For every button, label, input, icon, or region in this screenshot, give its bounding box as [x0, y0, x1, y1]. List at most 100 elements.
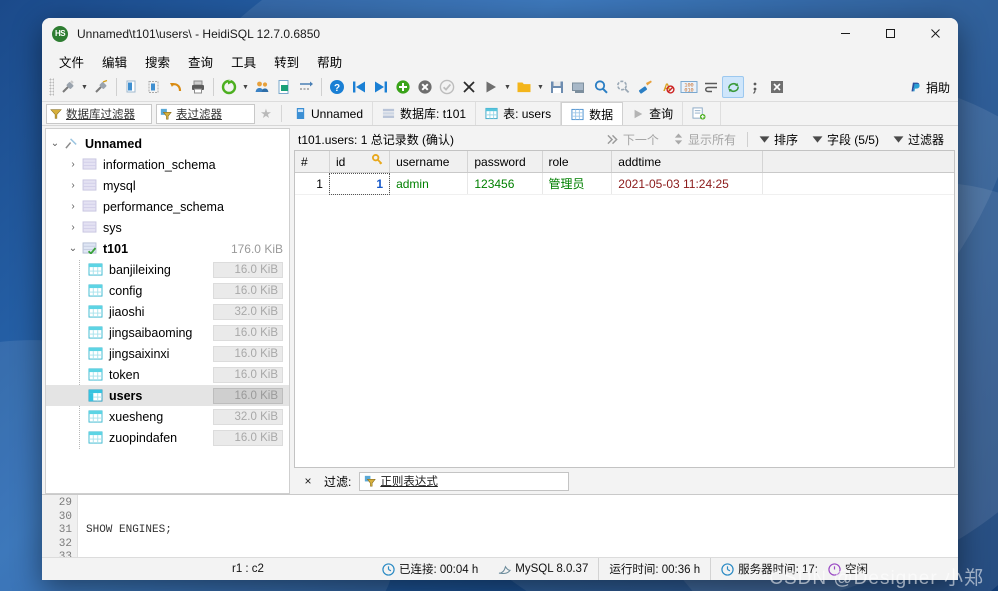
column-header-rownum[interactable]: #	[295, 151, 330, 173]
tab-new-query[interactable]	[683, 102, 722, 125]
maximize-button[interactable]	[868, 18, 913, 49]
sort-button[interactable]: 排序	[752, 129, 805, 150]
sql-log-panel[interactable]: 29 30 31 32 33 SHOW ENGINES; SHOW COLLAT…	[42, 494, 958, 557]
toolbar-grip[interactable]	[49, 78, 54, 96]
print-icon[interactable]	[187, 76, 209, 98]
tree-node-performance_schema[interactable]: › performance_schema	[46, 196, 289, 217]
tree-node-users[interactable]: users 16.0 KiB	[46, 385, 289, 406]
filter-regex-input[interactable]: 正则表达式	[359, 471, 570, 491]
new-session-icon[interactable]	[57, 76, 79, 98]
close-filter-icon[interactable]: ×	[300, 474, 316, 488]
close-button[interactable]	[913, 18, 958, 49]
column-header-id[interactable]: id	[329, 151, 391, 173]
minimize-button[interactable]	[823, 18, 868, 49]
apply-icon[interactable]	[436, 76, 458, 98]
donate-button[interactable]: 捐助	[904, 77, 958, 98]
table-filter-input[interactable]: 表过滤器	[156, 104, 255, 124]
new-session-dropdown-icon[interactable]: ▼	[79, 76, 90, 98]
wordwrap-icon[interactable]	[700, 76, 722, 98]
undo-icon[interactable]	[165, 76, 187, 98]
tab-database-t101[interactable]: 数据库: t101	[373, 102, 477, 125]
tree-node-t101[interactable]: ⌄ t101 176.0 KiB	[46, 238, 289, 259]
columns-button[interactable]: 字段 (5/5)	[805, 129, 886, 150]
expand-chevron-icon[interactable]: ›	[64, 222, 82, 233]
collapse-chevron-icon[interactable]: ⌄	[64, 243, 82, 254]
tree-node-size: 176.0 KiB	[230, 241, 283, 256]
copy-icon[interactable]	[121, 76, 143, 98]
expand-chevron-icon[interactable]: ›	[64, 201, 82, 212]
run-dropdown-icon[interactable]: ▼	[502, 76, 513, 98]
menu-tools[interactable]: 工具	[222, 49, 265, 74]
semicolon-icon[interactable]	[744, 76, 766, 98]
paste-icon[interactable]	[143, 76, 165, 98]
tree-node-jiaoshi[interactable]: jiaoshi 32.0 KiB	[46, 301, 289, 322]
prev-icon[interactable]	[348, 76, 370, 98]
tree-node-jingsaibaoming[interactable]: jingsaibaoming 16.0 KiB	[46, 322, 289, 343]
warnings-icon[interactable]: A	[656, 76, 678, 98]
open-folder-icon[interactable]	[513, 76, 535, 98]
tree-node-information_schema[interactable]: › information_schema	[46, 154, 289, 175]
menu-edit[interactable]: 编辑	[93, 49, 136, 74]
tab-data[interactable]: 数据	[561, 102, 624, 125]
menu-search[interactable]: 搜索	[136, 49, 179, 74]
collapse-chevron-icon[interactable]: ⌄	[46, 138, 64, 149]
menu-file[interactable]: 文件	[50, 49, 93, 74]
refresh-dropdown-icon[interactable]: ▼	[240, 76, 251, 98]
next-icon[interactable]	[370, 76, 392, 98]
tree-node-mysql[interactable]: › mysql	[46, 175, 289, 196]
tree-node-unnamed[interactable]: ⌄ Unnamed	[46, 133, 289, 154]
find-replace-icon[interactable]	[612, 76, 634, 98]
cancel-icon[interactable]	[458, 76, 480, 98]
menu-help[interactable]: 帮助	[308, 49, 351, 74]
find-icon[interactable]	[590, 76, 612, 98]
cell-role[interactable]: 管理员	[542, 172, 613, 195]
column-header-addtime[interactable]: addtime	[611, 151, 763, 173]
column-header-username[interactable]: username	[389, 151, 469, 173]
cell-password[interactable]: 123456	[467, 172, 543, 195]
open-dropdown-icon[interactable]: ▼	[535, 76, 546, 98]
tree-node-config[interactable]: config 16.0 KiB	[46, 280, 289, 301]
users-manager-icon[interactable]	[251, 76, 273, 98]
run-icon[interactable]	[480, 76, 502, 98]
binary-icon[interactable]: 100 010	[678, 76, 700, 98]
database-tree-panel[interactable]: ⌄ Unnamed › information_schema › mysql ›…	[45, 128, 290, 494]
tab-table-users[interactable]: 表: users	[476, 102, 562, 125]
grid-filter-button[interactable]: 过滤器	[886, 129, 951, 150]
sync-icon[interactable]	[722, 76, 744, 98]
close-tab-icon[interactable]	[766, 76, 788, 98]
show-all-button[interactable]: 显示所有	[666, 129, 743, 150]
menu-query[interactable]: 查询	[179, 49, 222, 74]
tab-query[interactable]: 查询	[623, 102, 684, 125]
cell-addtime[interactable]: 2021-05-03 11:24:25	[611, 172, 763, 195]
tree-node-sys[interactable]: › sys	[46, 217, 289, 238]
column-header-role[interactable]: role	[542, 151, 613, 173]
save-as-icon[interactable]	[568, 76, 590, 98]
disconnect-icon[interactable]	[90, 76, 112, 98]
delete-row-icon[interactable]	[414, 76, 436, 98]
help-icon[interactable]: ?	[326, 76, 348, 98]
next-page-button[interactable]: 下一个	[599, 129, 666, 150]
tree-node-token[interactable]: token 16.0 KiB	[46, 364, 289, 385]
tab-session-unnamed[interactable]: Unnamed	[286, 102, 374, 125]
cell-username[interactable]: admin	[389, 172, 469, 195]
save-icon[interactable]	[546, 76, 568, 98]
insert-row-icon[interactable]	[392, 76, 414, 98]
tree-node-zuopindafen[interactable]: zuopindafen 16.0 KiB	[46, 427, 289, 448]
cell-id[interactable]: 1	[329, 172, 391, 195]
table-row[interactable]: 1 1 admin 123456 管理员 2021-05-03 11:24:25	[295, 172, 954, 195]
expand-chevron-icon[interactable]: ›	[64, 159, 82, 170]
column-header-password[interactable]: password	[467, 151, 543, 173]
data-grid[interactable]: # id username password role addtime 1 1 …	[294, 150, 955, 468]
export-grid-icon[interactable]	[273, 76, 295, 98]
menu-goto[interactable]: 转到	[265, 49, 308, 74]
expand-chevron-icon[interactable]: ›	[64, 180, 82, 191]
tree-node-banjileixing[interactable]: banjileixing 16.0 KiB	[46, 259, 289, 280]
import-icon[interactable]	[295, 76, 317, 98]
refresh-icon[interactable]	[218, 76, 240, 98]
tree-node-size: 16.0 KiB	[213, 366, 283, 383]
tree-node-xuesheng[interactable]: xuesheng 32.0 KiB	[46, 406, 289, 427]
tree-node-jingsaixinxi[interactable]: jingsaixinxi 16.0 KiB	[46, 343, 289, 364]
database-filter-input[interactable]: 数据库过滤器	[46, 104, 152, 124]
format-sql-icon[interactable]	[634, 76, 656, 98]
favorites-star-icon[interactable]: ★	[255, 102, 277, 125]
